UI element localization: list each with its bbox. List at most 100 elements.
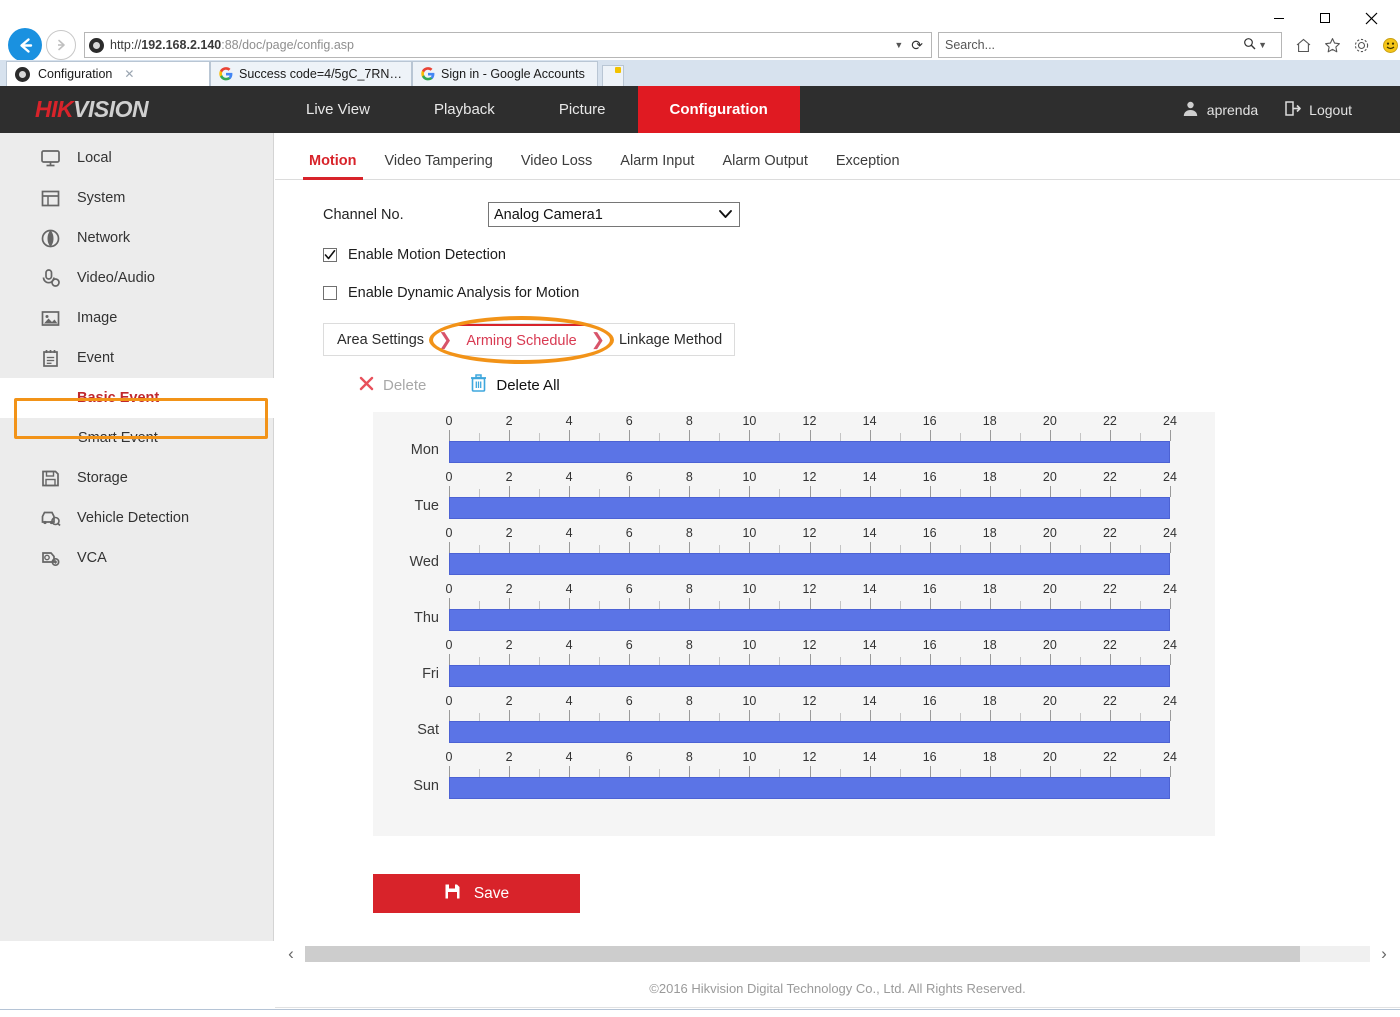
home-icon[interactable] [1294,36,1313,55]
browser-tab-0[interactable]: Configuration ✕ [6,61,210,86]
schedule-row[interactable]: Sat024681012141618202224 [373,692,1215,748]
chrome-icon-group [1294,36,1400,55]
schedule-bar[interactable] [449,609,1170,631]
sidebar-item-storage[interactable]: Storage [0,458,273,498]
save-button[interactable]: Save [373,874,580,913]
subtab-linkage-method[interactable]: Linkage Method [606,324,735,355]
axis-tick-label: 14 [863,414,877,428]
address-bar[interactable]: http://192.168.2.140:88/doc/page/config.… [84,32,932,58]
tab-alarm-input[interactable]: Alarm Input [606,153,708,179]
sidebar-item-image[interactable]: Image [0,298,273,338]
schedule-row[interactable]: Fri024681012141618202224 [373,636,1215,692]
axis-tick-label: 22 [1103,414,1117,428]
new-tab-button[interactable] [602,65,624,86]
axis-tick-label: 14 [863,694,877,708]
delete-all-button[interactable]: Delete All [470,374,559,396]
schedule-row[interactable]: Mon024681012141618202224 [373,412,1215,468]
enable-motion-detection-row[interactable]: Enable Motion Detection [323,247,1400,263]
sidebar-item-video-audio[interactable]: Video/Audio [0,258,273,298]
schedule-bar[interactable] [449,665,1170,687]
schedule-bar[interactable] [449,777,1170,799]
refresh-icon[interactable]: ⟳ [911,37,923,54]
schedule-row[interactable]: Tue024681012141618202224 [373,468,1215,524]
tab-motion[interactable]: Motion [295,153,371,179]
sidebar-item-system[interactable]: System [0,178,273,218]
sidebar-item-label: Storage [77,470,128,486]
axis-tick-label: 16 [923,414,937,428]
search-provider-chevron-icon[interactable]: ▼ [1258,40,1267,50]
scroll-left-button[interactable]: ‹ [277,944,305,964]
schedule-bar[interactable] [449,497,1170,519]
delete-button[interactable]: Delete [359,376,426,395]
star-icon[interactable] [1323,36,1342,55]
tab-video-loss[interactable]: Video Loss [507,153,606,179]
axis-tick-major [990,430,991,441]
scrollbar-thumb[interactable] [305,946,1300,962]
magnifier-icon[interactable] [1243,37,1256,53]
schedule-bar[interactable] [449,553,1170,575]
schedule-bar[interactable] [449,721,1170,743]
sidebar-item-basic-event[interactable]: Basic Event [0,378,274,418]
sidebar-item-smart-event[interactable]: Smart Event [0,418,273,458]
axis-tick-label: 6 [626,750,633,764]
tab-alarm-output[interactable]: Alarm Output [708,153,821,179]
enable-dynamic-analysis-row[interactable]: Enable Dynamic Analysis for Motion [323,285,1400,301]
horizontal-scrollbar[interactable]: ‹ › [275,941,1400,967]
nav-item-playback[interactable]: Playback [402,86,527,133]
schedule-row[interactable]: Sun024681012141618202224 [373,748,1215,804]
sidebar-item-network[interactable]: Network [0,218,273,258]
scroll-right-button[interactable]: › [1370,944,1398,964]
tab-exception[interactable]: Exception [822,153,914,179]
axis-tick-label: 2 [506,694,513,708]
close-icon[interactable]: ✕ [124,67,134,81]
search-input[interactable]: Search... ▼ [938,32,1282,58]
schedule-row[interactable]: Wed024681012141618202224 [373,524,1215,580]
axis-tick-label: 14 [863,750,877,764]
axis-tick-label: 8 [686,414,693,428]
schedule-bar[interactable] [449,441,1170,463]
browser-tab-2[interactable]: Sign in - Google Accounts [412,61,598,86]
enable-dynamic-analysis-label: Enable Dynamic Analysis for Motion [348,285,579,301]
sidebar-item-vca[interactable]: VCA [0,538,273,578]
scrollbar-track[interactable] [305,946,1370,962]
sidebar-item-vehicle-detection[interactable]: Vehicle Detection [0,498,273,538]
axis-tick-label: 12 [803,470,817,484]
nav-item-picture[interactable]: Picture [527,86,638,133]
schedule-axis: 024681012141618202224 [449,580,1170,636]
nav-item-live-view[interactable]: Live View [274,86,402,133]
chevron-down-icon[interactable]: ▼ [894,40,903,50]
subtab-arming-schedule[interactable]: Arming Schedule [453,324,589,355]
axis-tick-major [990,486,991,497]
window-bottom-edge [0,1009,1400,1017]
sidebar-item-event[interactable]: Event [0,338,273,378]
browser-tab-1[interactable]: Success code=4/5gC_7RNkmo... [210,61,412,86]
sidebar-item-local[interactable]: Local [0,138,273,178]
axis-tick-minor [1140,657,1141,665]
axis-tick-minor [1140,433,1141,441]
axis-tick-minor [659,657,660,665]
back-arrow-icon[interactable] [8,28,42,62]
nav-item-configuration[interactable]: Configuration [638,86,800,133]
sidebar-item-label: Vehicle Detection [77,510,189,526]
tab-video-tampering[interactable]: Video Tampering [371,153,507,179]
axis-tick-label: 10 [742,694,756,708]
axis-tick-label: 20 [1043,750,1057,764]
axis-tick-minor [840,433,841,441]
axis-tick-label: 6 [626,638,633,652]
arming-schedule-chart[interactable]: Mon024681012141618202224Tue0246810121416… [373,412,1215,836]
smiley-icon[interactable] [1381,36,1400,55]
save-area: Save [373,874,1400,913]
gear-icon[interactable] [1352,36,1371,55]
username-label: aprenda [1207,102,1258,118]
schedule-row[interactable]: Thu024681012141618202224 [373,580,1215,636]
subtab-area-settings[interactable]: Area Settings [324,324,437,355]
navigation-row: http://192.168.2.140:88/doc/page/config.… [0,28,1400,62]
channel-select[interactable]: Analog Camera1 [488,202,740,227]
logout-button[interactable]: Logout [1284,100,1352,120]
forward-arrow-icon[interactable] [46,30,76,60]
axis-tick-major [870,710,871,721]
enable-motion-detection-checkbox[interactable] [323,248,337,262]
axis-tick-minor [479,601,480,609]
enable-dynamic-analysis-checkbox[interactable] [323,286,337,300]
user-info[interactable]: aprenda [1182,100,1258,120]
